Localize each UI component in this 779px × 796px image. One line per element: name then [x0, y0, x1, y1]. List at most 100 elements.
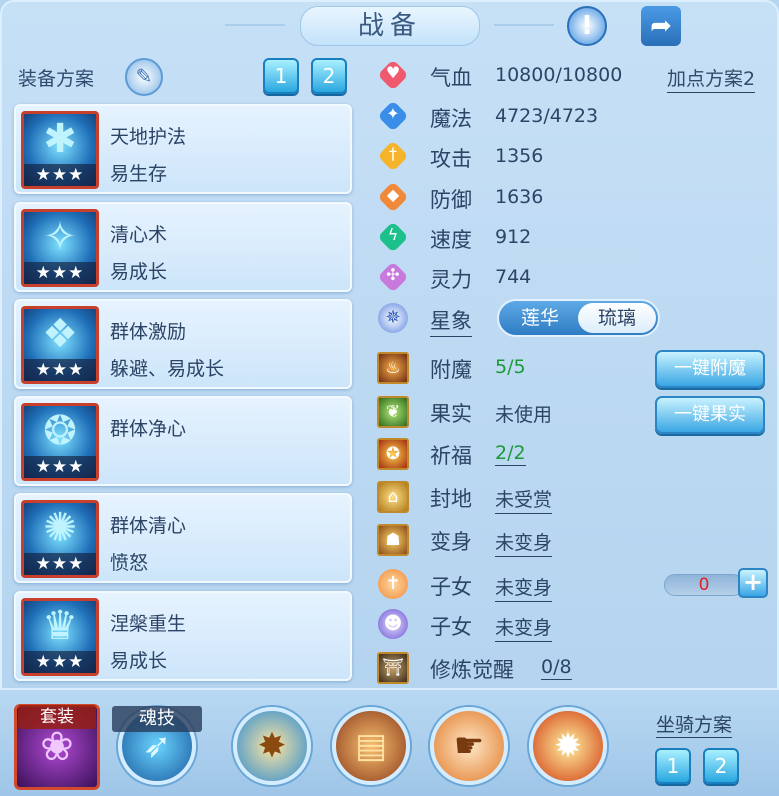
suit-label: 套装: [18, 705, 96, 729]
skill-desc: 易生存: [110, 163, 168, 185]
child-icon: ✝: [378, 569, 408, 599]
enchant-value: 5/5: [495, 356, 526, 378]
stat-value-speed: 912: [495, 226, 532, 248]
stat-name-hp: 气血: [430, 66, 472, 90]
skill-icon: ♛ ★★★: [21, 598, 99, 676]
star-rating: ★★★: [24, 651, 96, 673]
stat-name-defense: 防御: [430, 188, 472, 212]
share-icon[interactable]: ➦: [641, 6, 681, 46]
hand-icon[interactable]: ☛: [430, 707, 508, 785]
transform-icon: ☗: [377, 524, 409, 556]
skill-icon: ❖ ★★★: [21, 306, 99, 384]
transform-label: 变身: [430, 530, 472, 554]
fief-value[interactable]: 未受赏: [495, 485, 553, 514]
cultivation-label: 修炼觉醒: [430, 658, 514, 682]
stat-name-spirit: 灵力: [430, 268, 472, 292]
scroll-icon[interactable]: ▤: [332, 707, 410, 785]
title-ornament-left: [225, 24, 285, 26]
enchant-icon: ♨: [377, 352, 409, 384]
child-value[interactable]: 未变身: [495, 573, 553, 602]
fruit-label: 果实: [430, 402, 472, 426]
equip-scheme-2-button[interactable]: 2: [311, 58, 347, 94]
skill-name: 清心术: [110, 224, 168, 246]
mana-icon: ✦: [377, 100, 409, 132]
cultivation-value[interactable]: 0/8: [541, 656, 572, 680]
defense-icon: ◆: [377, 181, 409, 213]
stat-value-spirit: 744: [495, 266, 532, 288]
child-2-value[interactable]: 未变身: [495, 613, 553, 642]
mount-scheme-label: 坐骑方案: [656, 710, 733, 738]
stat-name-attack: 攻击: [430, 147, 472, 171]
skill-name: 群体清心: [110, 515, 187, 537]
stat-value-mana: 4723/4723: [495, 105, 599, 127]
cultivation-icon: ⛩: [377, 652, 409, 684]
skill-card[interactable]: ✧ ★★★ 清心术 易成长: [14, 202, 352, 292]
blessing-value[interactable]: 2/2: [495, 442, 526, 466]
transform-value[interactable]: 未变身: [495, 528, 553, 557]
fief-label: 封地: [430, 487, 472, 511]
suit-icon: ❀: [40, 724, 74, 770]
one-key-fruit-button[interactable]: 一键果实: [655, 396, 765, 434]
star-rating: ★★★: [24, 456, 96, 478]
mount-scheme-1-button[interactable]: 1: [655, 748, 691, 784]
edit-icon[interactable]: ✎: [125, 58, 163, 96]
skill-card[interactable]: ❂ ★★★ 群体净心: [14, 396, 352, 486]
fief-icon: ⌂: [377, 481, 409, 513]
star-sign-icon: ✵: [378, 303, 408, 333]
stat-name-speed: 速度: [430, 228, 472, 252]
skill-desc: 愤怒: [110, 552, 149, 574]
star-rating: ★★★: [24, 553, 96, 575]
star-rating: ★★★: [24, 262, 96, 284]
skill-desc: 易成长: [110, 261, 168, 283]
skill-icon: ❂ ★★★: [21, 403, 99, 481]
points-scheme-link[interactable]: 加点方案2: [667, 64, 756, 93]
enchant-label: 附魔: [430, 358, 472, 382]
stat-value-hp: 10800/10800: [495, 64, 623, 86]
skill-name: 涅槃重生: [110, 613, 187, 635]
spirit-icon: ✣: [377, 261, 409, 293]
child-label: 子女: [430, 575, 472, 599]
skill-card[interactable]: ✺ ★★★ 群体清心 愤怒: [14, 493, 352, 583]
soul-skill-label: 魂技: [112, 706, 202, 732]
burst-icon[interactable]: ✹: [529, 707, 607, 785]
skill-desc: 易成长: [110, 650, 168, 672]
speed-icon: ϟ: [377, 221, 409, 253]
skill-name: 群体激励: [110, 321, 187, 343]
page-title: 战备: [300, 6, 480, 46]
title-ornament-right: [494, 24, 554, 26]
exclamation-icon[interactable]: !: [567, 6, 607, 46]
stat-value-attack: 1356: [495, 145, 544, 167]
skill-name: 天地护法: [110, 126, 187, 148]
equip-scheme-1-button[interactable]: 1: [263, 58, 299, 94]
stat-value-defense: 1636: [495, 186, 544, 208]
blessing-icon: ✪: [377, 438, 409, 470]
figure-icon[interactable]: ✸: [233, 707, 311, 785]
skill-card[interactable]: ♛ ★★★ 涅槃重生 易成长: [14, 591, 352, 681]
skill-name: 群体净心: [110, 418, 187, 440]
skill-icon: ✺ ★★★: [21, 500, 99, 578]
star-sign-label[interactable]: 星象: [430, 305, 472, 337]
plus-icon[interactable]: +: [738, 568, 768, 598]
skill-card[interactable]: ❖ ★★★ 群体激励 躲避、易成长: [14, 299, 352, 389]
star-rating: ★★★: [24, 164, 96, 186]
star-sign-option-lotus[interactable]: 莲华: [502, 303, 578, 333]
star-rating: ★★★: [24, 359, 96, 381]
equip-scheme-label: 装备方案: [18, 68, 95, 90]
child-count-bar: 0: [664, 574, 744, 596]
star-sign-option-glaze[interactable]: 琉璃: [578, 303, 656, 333]
skill-card[interactable]: ✱ ★★★ 天地护法 易生存: [14, 104, 352, 194]
skill-desc: 躲避、易成长: [110, 358, 225, 380]
child-2-icon: ☻: [378, 609, 408, 639]
blessing-label: 祈福: [430, 444, 472, 468]
attack-icon: †: [377, 140, 409, 172]
skill-icon: ✱ ★★★: [21, 111, 99, 189]
fruit-icon: ❦: [377, 396, 409, 428]
child-2-label: 子女: [430, 615, 472, 639]
mount-scheme-2-button[interactable]: 2: [703, 748, 739, 784]
stat-name-mana: 魔法: [430, 107, 472, 131]
star-sign-toggle[interactable]: 莲华 琉璃: [497, 299, 660, 337]
one-key-enchant-button[interactable]: 一键附魔: [655, 350, 765, 388]
hp-icon: ♥: [377, 59, 409, 91]
fruit-value: 未使用: [495, 404, 553, 426]
skill-icon: ✧ ★★★: [21, 209, 99, 287]
